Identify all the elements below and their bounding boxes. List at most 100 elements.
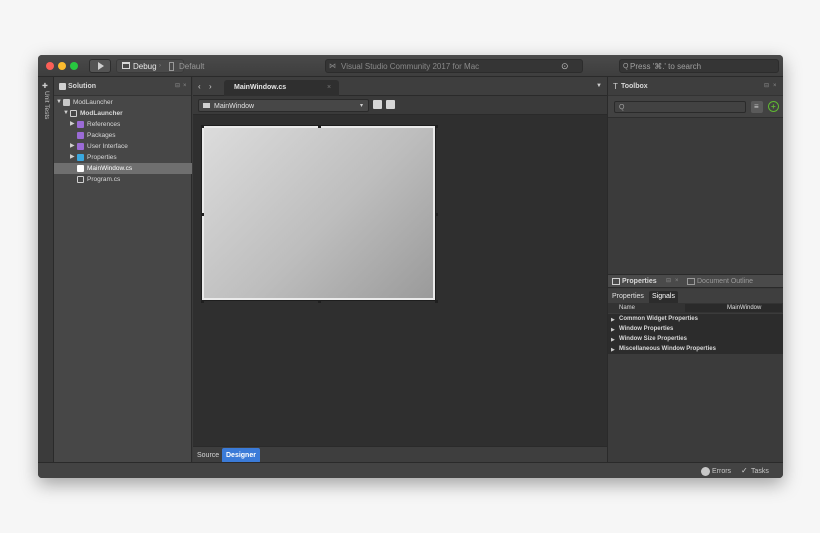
design-surface-window[interactable] [201, 125, 438, 303]
tree-item-label: MainWindow.cs [87, 165, 133, 172]
device-icon [169, 62, 174, 71]
tree-item-label: References [87, 121, 121, 128]
pane-close-icon[interactable]: × [183, 82, 187, 91]
close-window-button[interactable] [46, 62, 54, 70]
play-icon [98, 62, 104, 70]
search-icon: Q [619, 104, 625, 111]
list-view-button[interactable]: ≡ [751, 101, 763, 113]
widget-selector[interactable]: MainWindow ▾ [198, 99, 369, 112]
tree-item-references[interactable]: ▶ References [54, 119, 192, 130]
tree-item-properties[interactable]: ▶ Properties [54, 152, 192, 163]
search-icon: Q [623, 63, 629, 70]
add-item-button[interactable]: + [768, 101, 779, 112]
dropdown-arrow-icon: ▾ [360, 103, 364, 109]
target-label: Default [179, 62, 205, 71]
tab-source[interactable]: Source [193, 448, 223, 463]
tree-item-mainwindow-cs[interactable]: MainWindow.cs [54, 163, 192, 174]
property-section-window-size[interactable]: ▶ Window Size Properties [608, 334, 783, 344]
tree-item-solution-root[interactable]: ▼ ModLauncher [54, 97, 192, 108]
unit-tests-tab[interactable]: Unit Tests [41, 91, 51, 141]
properties-icon [612, 278, 620, 285]
tab-designer[interactable]: Designer [222, 448, 260, 463]
cs-file-icon [77, 165, 84, 172]
resize-handle[interactable] [435, 300, 438, 303]
properties-title[interactable]: Properties [622, 277, 657, 286]
minimize-window-button[interactable] [58, 62, 66, 70]
tree-item-program-cs[interactable]: Program.cs [54, 174, 192, 185]
properties-pane: Properties ⊟ × Document Outline Properti… [608, 274, 783, 462]
document-outline-title[interactable]: Document Outline [697, 277, 753, 286]
search-placeholder: Press '⌘.' to search [630, 62, 702, 71]
title-bar: Debug › Default ⋈ Visual Studio Communit… [38, 55, 783, 77]
solution-title: Solution [68, 83, 96, 90]
property-section-label: Window Properties [619, 326, 674, 332]
tree-item-label: User Interface [87, 143, 128, 150]
toolbox-icon: T [613, 82, 618, 91]
nav-forward-icon[interactable]: › [209, 82, 212, 91]
user-interface-folder-icon [77, 143, 84, 150]
expand-arrow-icon[interactable]: ▼ [63, 110, 69, 117]
unit-tests-label: Unit Tests [43, 91, 50, 120]
tree-item-project[interactable]: ▼ ModLauncher [54, 108, 192, 119]
property-section-misc[interactable]: ▶ Miscellaneous Window Properties [608, 344, 783, 354]
tab-mainwindow-cs[interactable]: MainWindow.cs × [224, 80, 339, 96]
property-section-label: Miscellaneous Window Properties [619, 346, 716, 352]
tab-close-icon[interactable]: × [327, 83, 331, 92]
pane-options-icon[interactable]: ⊟ [175, 82, 180, 91]
errors-icon [701, 467, 710, 476]
align-icon[interactable] [373, 100, 382, 109]
name-row: Name MainWindow [608, 303, 783, 313]
pane-close-icon[interactable]: × [675, 277, 679, 286]
tasks-button[interactable]: Tasks [751, 467, 769, 476]
resize-handle[interactable] [435, 213, 438, 216]
tree-item-user-interface[interactable]: ▶ User Interface [54, 141, 192, 152]
pane-close-icon[interactable]: × [773, 82, 777, 91]
tab-properties[interactable]: Properties [610, 291, 646, 303]
tab-overflow-icon[interactable]: ▼ [596, 82, 602, 91]
document-outline-icon [687, 278, 695, 285]
properties-folder-icon [77, 154, 84, 161]
status-text: Visual Studio Community 2017 for Mac [341, 62, 480, 71]
resize-handle[interactable] [435, 125, 438, 128]
zoom-window-button[interactable] [70, 62, 78, 70]
solution-pane: Solution ⊟ × ▼ ModLauncher ▼ ModLauncher… [54, 77, 192, 462]
properties-header: Properties ⊟ × Document Outline [608, 274, 783, 288]
resize-handle[interactable] [318, 125, 321, 128]
tree-item-packages[interactable]: Packages [54, 130, 192, 141]
collapse-arrow-icon[interactable]: ▶ [70, 154, 75, 161]
name-label: Name [619, 305, 636, 311]
tasks-check-icon: ✓ [741, 466, 748, 475]
name-field[interactable]: MainWindow [685, 304, 782, 312]
toolbox-title: Toolbox [621, 83, 648, 90]
property-section-common[interactable]: ▶ Common Widget Properties [608, 314, 783, 324]
collapse-arrow-icon[interactable]: ▶ [70, 143, 75, 150]
configuration-selector[interactable]: Debug › Default [116, 59, 204, 73]
pane-options-icon[interactable]: ⊟ [764, 82, 769, 91]
list-icon: ≡ [754, 102, 759, 111]
errors-button[interactable]: Errors [712, 467, 731, 476]
tab-signals[interactable]: Signals [649, 291, 678, 303]
layout-icon[interactable] [386, 100, 395, 109]
pane-options-icon[interactable]: ⊟ [666, 277, 671, 286]
editor-view-tabs: Source Designer [193, 446, 607, 463]
property-section-window[interactable]: ▶ Window Properties [608, 324, 783, 334]
properties-tab-bar: Properties Signals [608, 289, 783, 303]
toolbox-search-input[interactable]: Q [614, 101, 746, 113]
global-search[interactable]: Q Press '⌘.' to search [619, 59, 779, 73]
separator-icon: › [159, 63, 161, 69]
collapse-arrow-icon[interactable]: ▶ [70, 121, 75, 128]
resize-handle[interactable] [201, 125, 204, 128]
activity-icon: ⊙ [561, 61, 569, 71]
tree-item-label: Program.cs [87, 176, 121, 183]
resize-handle[interactable] [318, 300, 321, 303]
run-button[interactable] [89, 59, 111, 73]
references-folder-icon [77, 121, 84, 128]
nav-back-icon[interactable]: ‹ [198, 82, 201, 91]
toolbox-header: T Toolbox ⊟ × [608, 77, 783, 96]
expand-arrow-icon[interactable]: ▼ [56, 99, 62, 106]
vs-logo-icon: ⋈ [329, 63, 336, 70]
cs-file-icon [77, 176, 84, 183]
resize-handle[interactable] [201, 300, 204, 303]
tree-item-label: ModLauncher [73, 99, 113, 106]
resize-handle[interactable] [201, 213, 204, 216]
